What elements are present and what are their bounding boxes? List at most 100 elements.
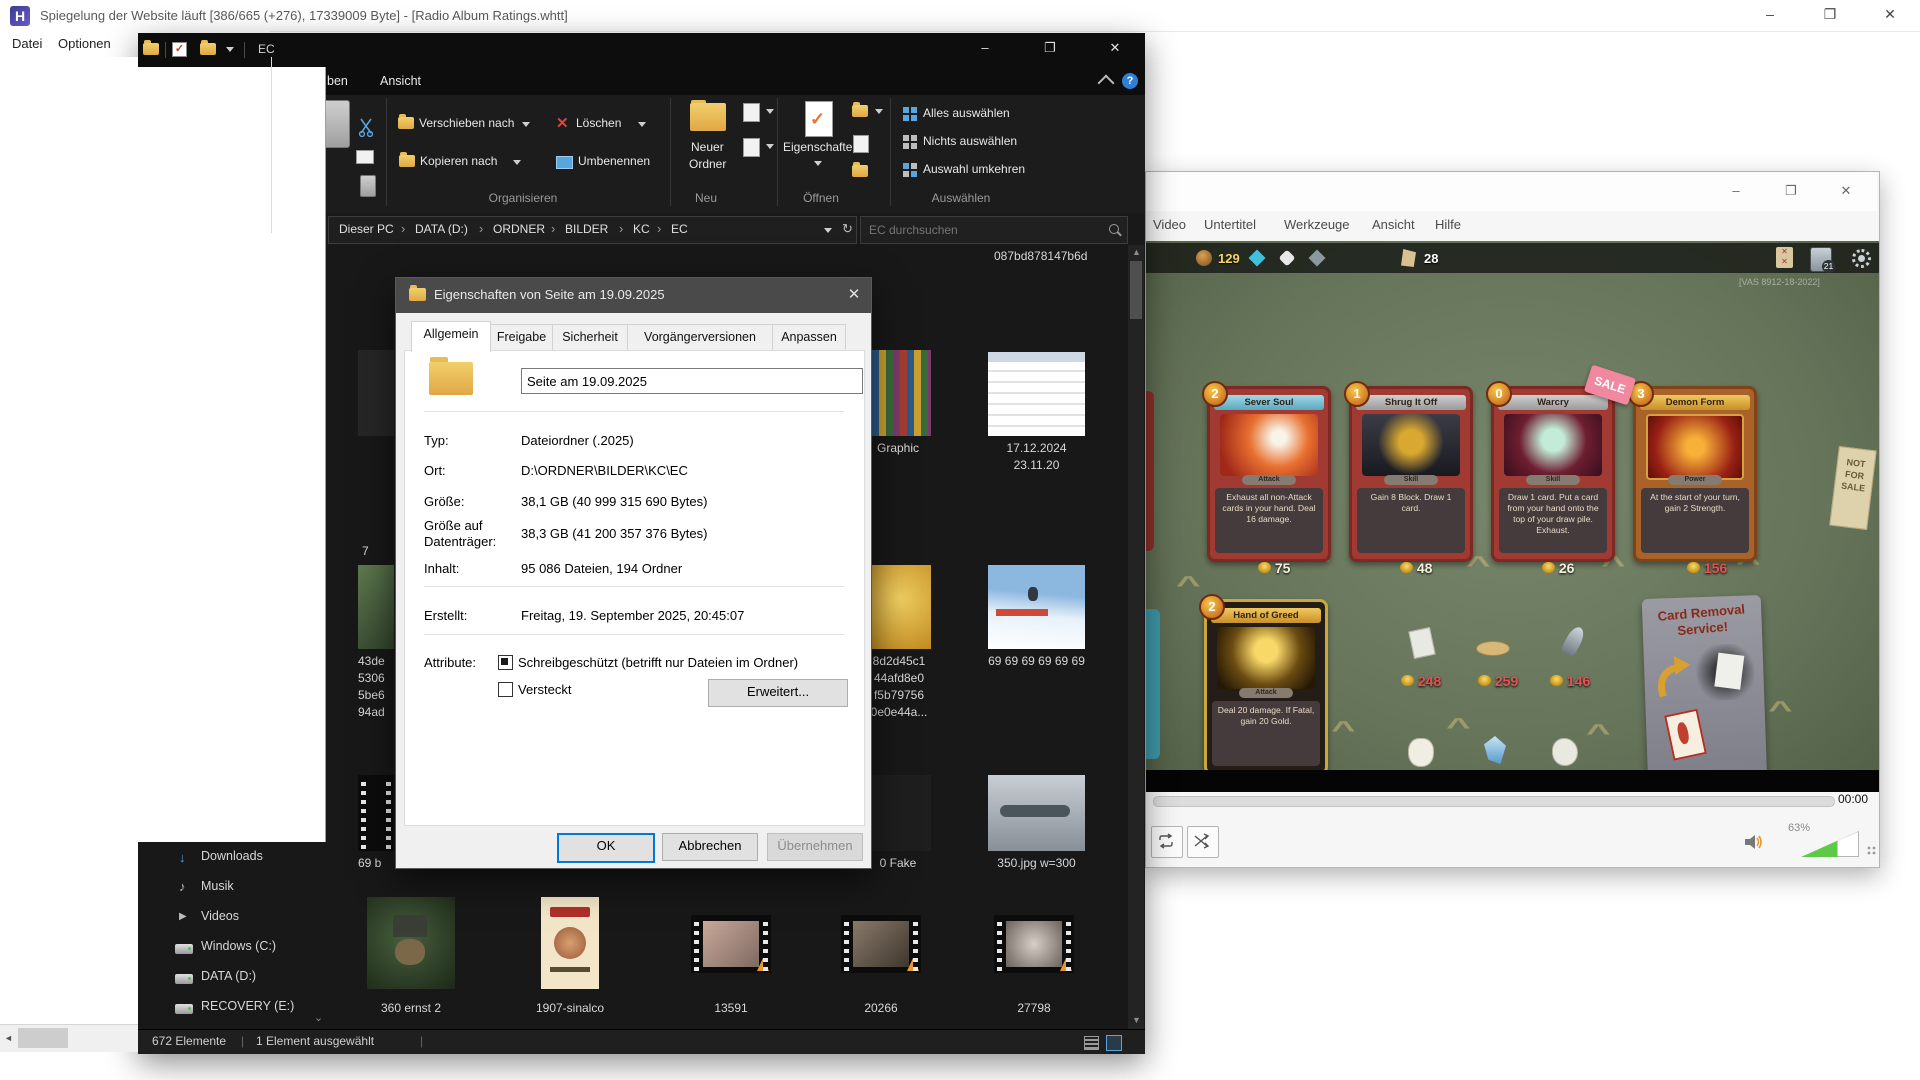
file-thumbnail[interactable] [865, 350, 931, 436]
chevron-down-icon[interactable] [522, 122, 530, 127]
vlc-menu-ansicht[interactable]: Ansicht [1372, 217, 1415, 232]
sidebar-scroll-chevron[interactable]: ⌄ [314, 1011, 323, 1024]
file-thumbnail[interactable] [988, 565, 1085, 649]
properties-button[interactable]: Eigenschaften [783, 140, 859, 154]
ribbon-collapse-icon[interactable] [1098, 75, 1115, 92]
help-icon[interactable]: ? [1122, 73, 1138, 89]
delete-button[interactable]: Löschen [576, 116, 621, 130]
file-thumbnail[interactable] [988, 775, 1085, 851]
tab-freigabe[interactable]: Freigabe [490, 324, 553, 352]
hidden-checkbox[interactable] [498, 682, 513, 697]
apply-button[interactable]: Übernehmen [767, 833, 863, 861]
rename-button[interactable]: Umbenennen [578, 154, 650, 168]
copy-path-icon[interactable] [356, 150, 374, 164]
select-all-button[interactable]: Alles auswählen [923, 106, 1010, 120]
folder-icon[interactable] [200, 43, 216, 55]
refresh-icon[interactable]: ↻ [842, 221, 853, 237]
httrack-menu-datei[interactable]: Datei [12, 36, 42, 51]
new-folder-button[interactable]: Neuer [691, 140, 724, 154]
scroll-up-arrow[interactable]: ▲ [1132, 247, 1141, 257]
breadcrumb-data-d[interactable]: DATA (D:) [415, 222, 468, 236]
breadcrumb-ec[interactable]: EC [671, 222, 688, 236]
sidebar-item-videos[interactable]: ▶ Videos [171, 905, 325, 931]
breadcrumb[interactable]: Dieser PC › DATA (D:) › ORDNER › BILDER … [328, 216, 857, 244]
vlc-volume-slider[interactable] [1801, 831, 1859, 857]
vlc-maximize-button[interactable]: ❐ [1771, 180, 1811, 204]
edit-icon[interactable] [853, 135, 869, 153]
hscrollbar-thumb[interactable] [18, 1028, 68, 1048]
tab-vorgaengerversionen[interactable]: Vorgängerversionen [627, 324, 773, 352]
chevron-down-icon[interactable] [638, 122, 646, 127]
clipboard-small-icon[interactable] [360, 175, 376, 197]
file-thumbnail[interactable] [988, 352, 1085, 436]
copy-to-button[interactable]: Kopieren nach [420, 154, 497, 168]
httrack-menu-optionen[interactable]: Optionen [58, 36, 111, 51]
cut-scissors-icon[interactable] [358, 117, 376, 137]
sidebar-item-downloads[interactable]: ↓ Downloads [171, 845, 325, 871]
tab-ansicht[interactable]: Ansicht [380, 74, 421, 88]
readonly-checkbox[interactable] [498, 655, 513, 670]
new-folder-button-line2[interactable]: Ordner [689, 157, 726, 171]
breadcrumb-bilder[interactable]: BILDER [565, 222, 608, 236]
breadcrumb-ordner[interactable]: ORDNER [493, 222, 545, 236]
history-icon[interactable] [852, 165, 868, 177]
folder-name-input[interactable] [521, 368, 863, 394]
cancel-button[interactable]: Abbrechen [662, 833, 758, 861]
file-thumbnail[interactable] [994, 915, 1074, 973]
invert-selection-button[interactable]: Auswahl umkehren [923, 162, 1025, 176]
file-thumbnail[interactable] [841, 915, 921, 973]
sidebar-item-recovery-e[interactable]: RECOVERY (E:) [171, 995, 325, 1021]
vlc-shuffle-button[interactable] [1187, 826, 1219, 858]
search-input[interactable] [867, 219, 1101, 241]
scrollbar-thumb[interactable] [1130, 261, 1142, 319]
paste-icon[interactable] [322, 100, 350, 148]
vlc-menu-werkzeuge[interactable]: Werkzeuge [1284, 217, 1350, 232]
file-thumbnail[interactable] [367, 897, 455, 989]
chevron-down-icon[interactable] [824, 228, 832, 233]
details-view-icon[interactable] [1084, 1036, 1099, 1050]
explorer-close-button[interactable]: ✕ [1092, 33, 1138, 65]
tab-sicherheit[interactable]: Sicherheit [552, 324, 628, 352]
vlc-seekbar[interactable] [1153, 796, 1835, 807]
file-thumbnail[interactable] [691, 915, 771, 973]
vlc-video-area[interactable]: ^ ^ ^ ^ ^ ^ ^ ^ ^ ^ ^ ^ ^ ^ 129 28 ✕✕ [1146, 241, 1879, 792]
breadcrumb-dieser-pc[interactable]: Dieser PC [339, 222, 394, 236]
httrack-minimize-button[interactable]: – [1747, 2, 1793, 28]
ok-button[interactable]: OK [557, 833, 655, 863]
file-thumbnail[interactable] [541, 897, 599, 989]
scroll-left-arrow[interactable]: ◄ [0, 1025, 17, 1051]
vlc-menu-video[interactable]: Video [1153, 217, 1186, 232]
open-icon[interactable] [852, 105, 868, 117]
search-icon[interactable] [1109, 224, 1119, 234]
scrollbar-track[interactable] [1128, 245, 1144, 1029]
resize-grip[interactable] [1867, 846, 1876, 855]
explorer-minimize-button[interactable]: – [962, 33, 1008, 65]
chevron-down-icon[interactable] [226, 47, 234, 52]
thumbnail-view-icon[interactable] [1106, 1035, 1122, 1051]
breadcrumb-kc[interactable]: KC [633, 222, 650, 236]
new-item-icon[interactable] [743, 103, 760, 122]
chevron-down-icon[interactable] [814, 161, 822, 166]
file-thumbnail[interactable] [358, 350, 394, 436]
file-thumbnail[interactable] [867, 565, 931, 649]
vlc-loop-button[interactable] [1151, 826, 1183, 858]
move-to-button[interactable]: Verschieben nach [419, 116, 514, 130]
httrack-close-button[interactable]: ✕ [1867, 2, 1913, 28]
tab-anpassen[interactable]: Anpassen [772, 324, 846, 352]
chevron-down-icon[interactable] [766, 144, 774, 149]
search-box[interactable] [860, 216, 1128, 244]
vlc-menu-untertitel[interactable]: Untertitel [1204, 217, 1256, 232]
vlc-close-button[interactable]: ✕ [1826, 180, 1866, 204]
advanced-button[interactable]: Erweitert... [708, 679, 848, 707]
speaker-icon[interactable] [1743, 833, 1765, 851]
properties-check-icon[interactable]: ✓ [172, 42, 187, 57]
select-none-button[interactable]: Nichts auswählen [923, 134, 1017, 148]
sidebar-item-windows-c[interactable]: Windows (C:) [171, 935, 325, 961]
file-thumbnail[interactable] [358, 565, 394, 649]
scroll-down-arrow[interactable]: ▼ [1132, 1015, 1141, 1025]
chevron-down-icon[interactable] [513, 160, 521, 165]
file-thumbnail[interactable] [867, 775, 931, 851]
tab-allgemein[interactable]: Allgemein [411, 321, 491, 352]
vlc-minimize-button[interactable]: – [1716, 180, 1756, 204]
easy-access-icon[interactable] [743, 138, 760, 157]
